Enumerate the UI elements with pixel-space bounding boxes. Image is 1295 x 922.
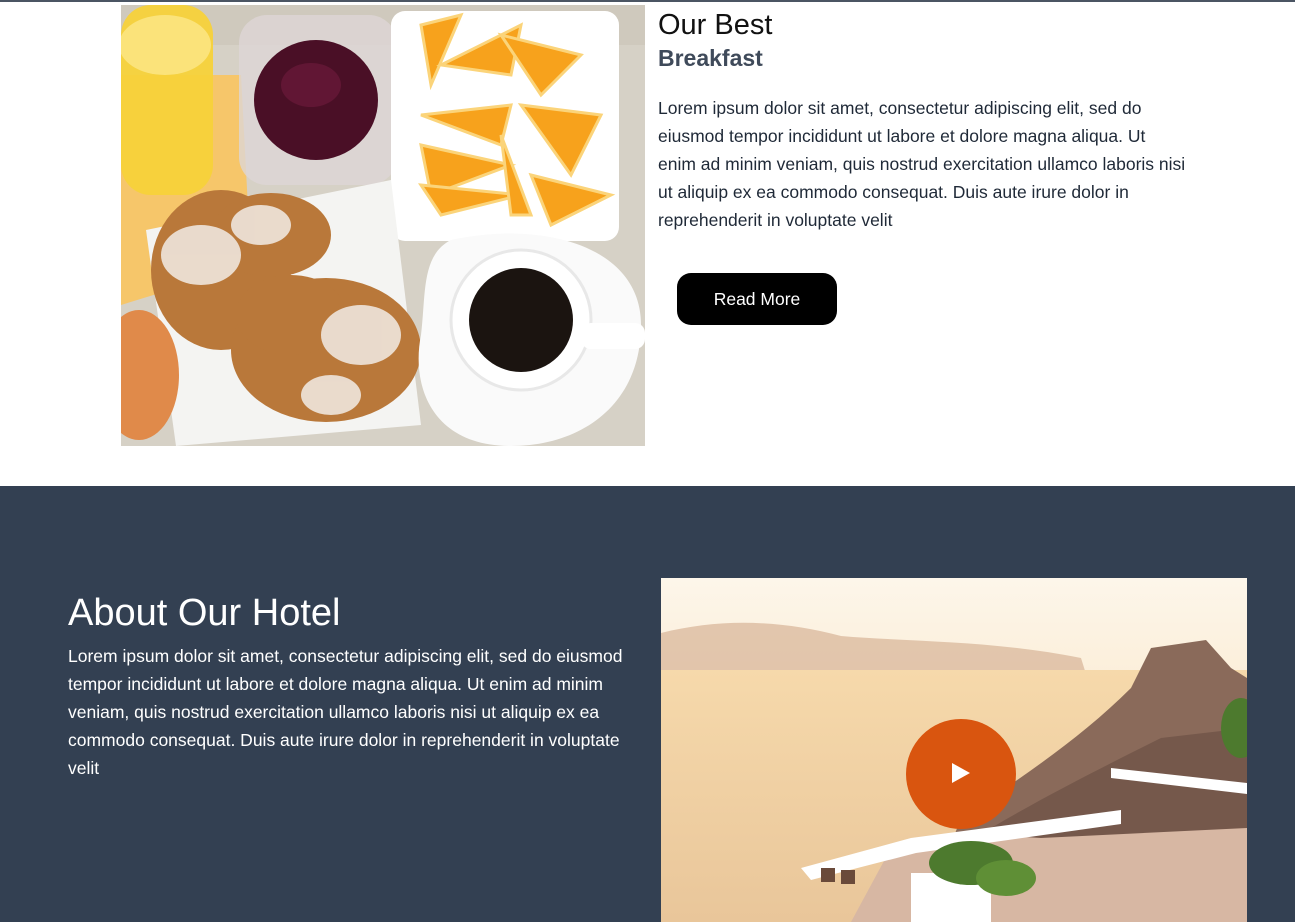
- hotel-video-thumbnail[interactable]: [661, 578, 1247, 922]
- play-video-button[interactable]: [906, 719, 1016, 829]
- about-title: About Our Hotel: [68, 592, 341, 634]
- breakfast-description: Lorem ipsum dolor sit amet, consectetur …: [658, 98, 1186, 230]
- about-description: Lorem ipsum dolor sit amet, consectetur …: [68, 646, 623, 778]
- breakfast-title: Our Best: [658, 9, 773, 41]
- breakfast-image: [121, 5, 645, 446]
- play-icon: [950, 761, 972, 788]
- breakfast-section: Our Best Breakfast Lorem ipsum dolor sit…: [0, 2, 1295, 486]
- read-more-button[interactable]: Read More: [677, 273, 837, 325]
- about-section: About Our Hotel Lorem ipsum dolor sit am…: [0, 486, 1295, 922]
- breakfast-subtitle: Breakfast: [658, 45, 763, 71]
- breakfast-text-block: Our Best Breakfast Lorem ipsum dolor sit…: [658, 8, 1188, 234]
